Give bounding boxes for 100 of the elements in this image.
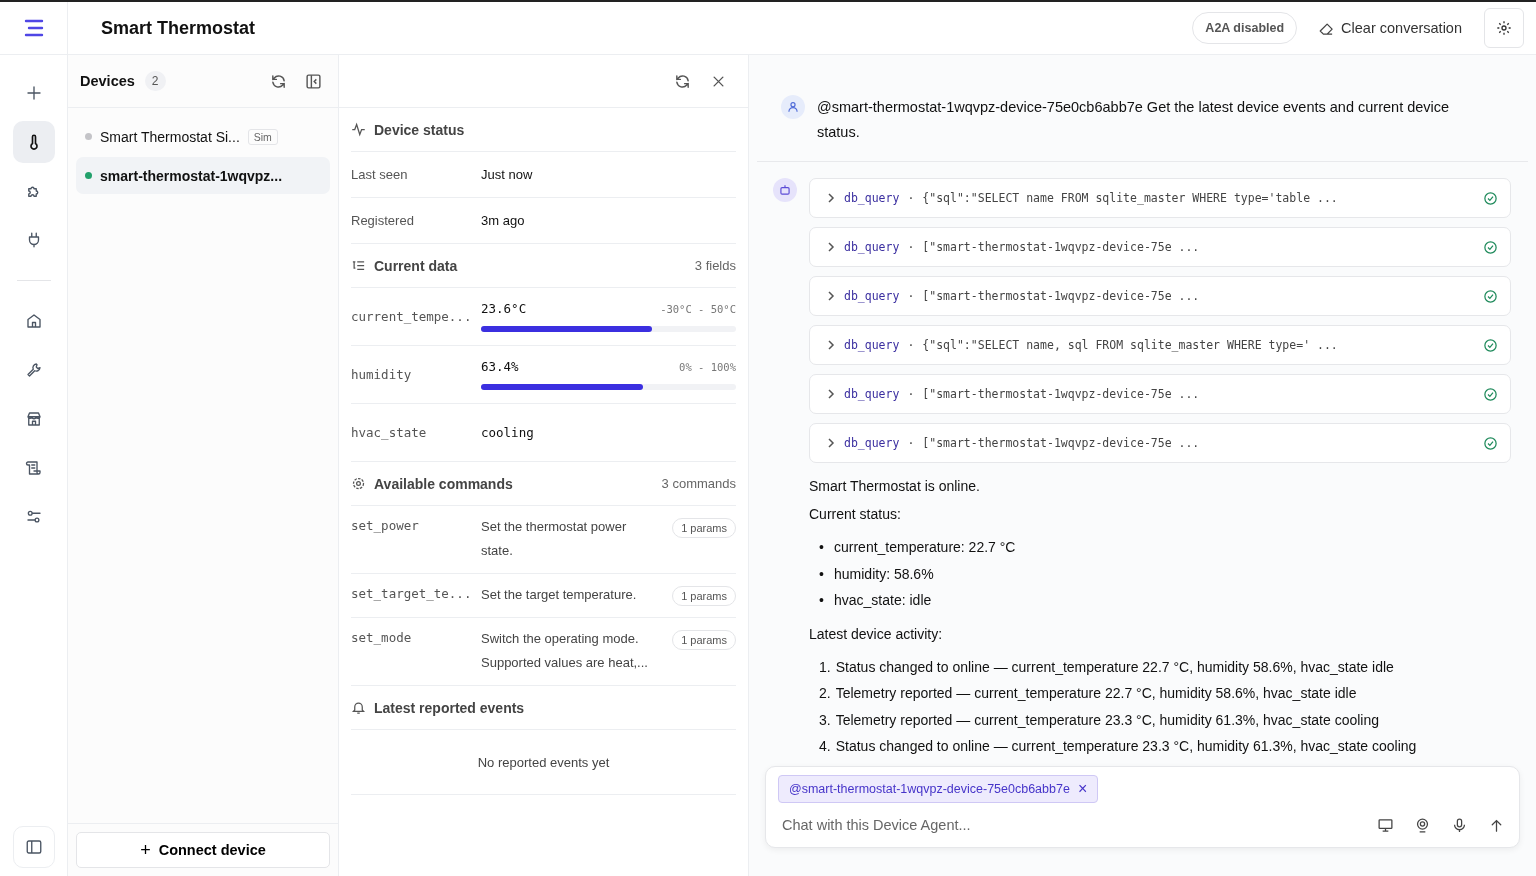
menu-icon[interactable] (22, 19, 45, 37)
clear-conversation-button[interactable]: Clear conversation (1309, 14, 1472, 42)
reply-paragraph: Smart Thermostat is online. (809, 478, 981, 494)
tool-arguments: ["smart-thermostat-1wqvpz-device-75e ... (922, 436, 1200, 450)
tool-call-row[interactable]: db_query · ["smart-thermostat-1wqvpz-device-75e ... (809, 374, 1511, 414)
list-item: hvac_state: idle (834, 591, 932, 610)
field-value: Just now (481, 167, 533, 182)
command-description: Switch the operating mode. Supported values are heat,... (481, 630, 649, 672)
tool-name: db_query (844, 338, 900, 352)
list-item: humidity: 58.6% (834, 564, 934, 584)
list-icon (351, 258, 366, 273)
tool-call-row[interactable]: db_query · ["smart-thermostat-1wqvpz-device-75e ... (809, 423, 1511, 463)
tool-name: db_query (844, 191, 900, 205)
settings-button[interactable] (1484, 8, 1524, 48)
list-marker: • (819, 538, 825, 557)
chevron-icon (826, 242, 836, 252)
list-marker: 1. (819, 657, 831, 677)
field-value: 63.4% (481, 359, 519, 374)
separator: · (907, 387, 915, 401)
field-value: cooling (481, 425, 534, 440)
refresh-icon[interactable] (270, 72, 287, 90)
field-value: 3m ago (481, 213, 525, 228)
reply-paragraph: Latest device activity: (809, 625, 944, 642)
bell-icon (351, 700, 366, 715)
empty-message: No reported events yet (477, 754, 610, 770)
tool-arguments: {"sql":"SELECT name, sql FROM sqlite_master WHERE type=' ... (922, 338, 1338, 352)
wrench-icon (24, 361, 43, 379)
tool-arguments: ["smart-thermostat-1wqvpz-device-75e ... (922, 289, 1200, 303)
chevron-icon (826, 389, 836, 399)
separator: · (907, 240, 915, 254)
nav-button[interactable] (12, 121, 55, 163)
tool-call-row[interactable]: db_query · ["smart-thermostat-1wqvpz-device-75e ... (809, 227, 1511, 267)
device-name: Smart Thermostat Si... (100, 128, 240, 145)
list-item: Status changed to online — current_temperature 22.7 °C, humidity 58.6%, hvac_state idle (835, 657, 1394, 677)
plus-icon: + (140, 839, 151, 861)
list-marker: 3. (819, 710, 831, 730)
scroll-icon (24, 459, 43, 477)
microphone-icon[interactable] (1451, 816, 1468, 834)
field-label: Last seen (351, 167, 409, 182)
gear-icon (351, 476, 366, 491)
list-marker: • (819, 564, 825, 584)
field-count: 3 fields (694, 258, 736, 273)
store-icon (24, 410, 43, 428)
app-title: Smart Thermostat (101, 17, 256, 39)
mention-text: @smart-thermostat-1wqvpz-device-75e0cb6abb7e (789, 782, 1070, 796)
bot-avatar-icon (773, 178, 797, 202)
camera-icon[interactable] (1414, 816, 1431, 834)
list-marker: 2. (819, 684, 831, 703)
tool-call-row[interactable]: db_query · {"sql":"SELECT name FROM sqlite_master WHERE type='table ... (809, 178, 1511, 218)
refresh-icon[interactable] (674, 72, 691, 90)
range-label: -30°C - 50°C (660, 302, 736, 315)
collapse-panel-icon[interactable] (305, 72, 322, 90)
device-item[interactable]: smart-thermostat-1wqvpz... (76, 157, 330, 194)
settings-icon (1496, 20, 1512, 36)
list-marker: 4. (819, 737, 831, 756)
field-name: hvac_state (351, 425, 428, 440)
panel-title: Devices (80, 73, 135, 89)
tool-call-row[interactable]: db_query · ["smart-thermostat-1wqvpz-device-75e ... (809, 276, 1511, 316)
device-name: smart-thermostat-1wqvpz... (100, 167, 283, 184)
command-name: set_power (351, 518, 420, 533)
user-message: @smart-thermostat-1wqvpz-device-75e0cb6abb7e Get the latest device events and current device status. (817, 98, 1451, 142)
tool-name: db_query (844, 289, 900, 303)
tool-name: db_query (844, 436, 900, 450)
command-description: Set the target temperature. (481, 586, 638, 604)
chevron-icon (826, 438, 836, 448)
reply-paragraph: Current status: (809, 506, 902, 522)
plus-icon (24, 84, 43, 102)
user-avatar-icon (781, 95, 805, 119)
list-item: Telemetry reported — current_temperature 22.7 °C, humidity 58.6%, hvac_state idle (835, 684, 1357, 703)
field-value: 23.6°C (481, 301, 527, 316)
sim-badge: Sim (247, 128, 278, 145)
activity-icon (351, 122, 366, 137)
section-title: Available commands (374, 475, 513, 492)
command-description: Set the thermostat power state. (481, 518, 628, 560)
separator: · (907, 436, 915, 450)
chat-input[interactable]: Chat with this Device Agent... (778, 813, 1357, 837)
sidebar-toggle-button[interactable] (12, 826, 55, 868)
separator: · (907, 191, 915, 205)
separator: · (907, 338, 915, 352)
chevron-icon (826, 291, 836, 301)
list-item: current_temperature: 22.7 °C (834, 538, 1016, 557)
section-title: Device status (374, 121, 465, 138)
command-name: set_mode (351, 630, 413, 645)
sidebar-icon (24, 838, 43, 856)
tool-name: db_query (844, 240, 900, 254)
monitor-icon[interactable] (1377, 816, 1394, 834)
tool-arguments: ["smart-thermostat-1wqvpz-device-75e ... (922, 240, 1200, 254)
remove-mention-button[interactable]: × (1077, 781, 1088, 797)
field-label: Registered (351, 213, 415, 228)
home-icon (24, 312, 43, 330)
field-name: current_tempe... (351, 309, 473, 324)
device-item[interactable]: Smart Thermostat Si... Sim (76, 118, 330, 155)
count-badge: 2 (144, 71, 166, 91)
command-count: 3 commands (661, 476, 736, 491)
connect-device-button[interactable]: + Connect device (76, 832, 330, 868)
field-name: humidity (351, 367, 413, 382)
tool-call-row[interactable]: db_query · {"sql":"SELECT name, sql FROM sqlite_master WHERE type=' ... (809, 325, 1511, 365)
separator: · (907, 289, 915, 303)
range-label: 0% - 100% (679, 360, 736, 373)
section-title: Current data (374, 257, 458, 274)
